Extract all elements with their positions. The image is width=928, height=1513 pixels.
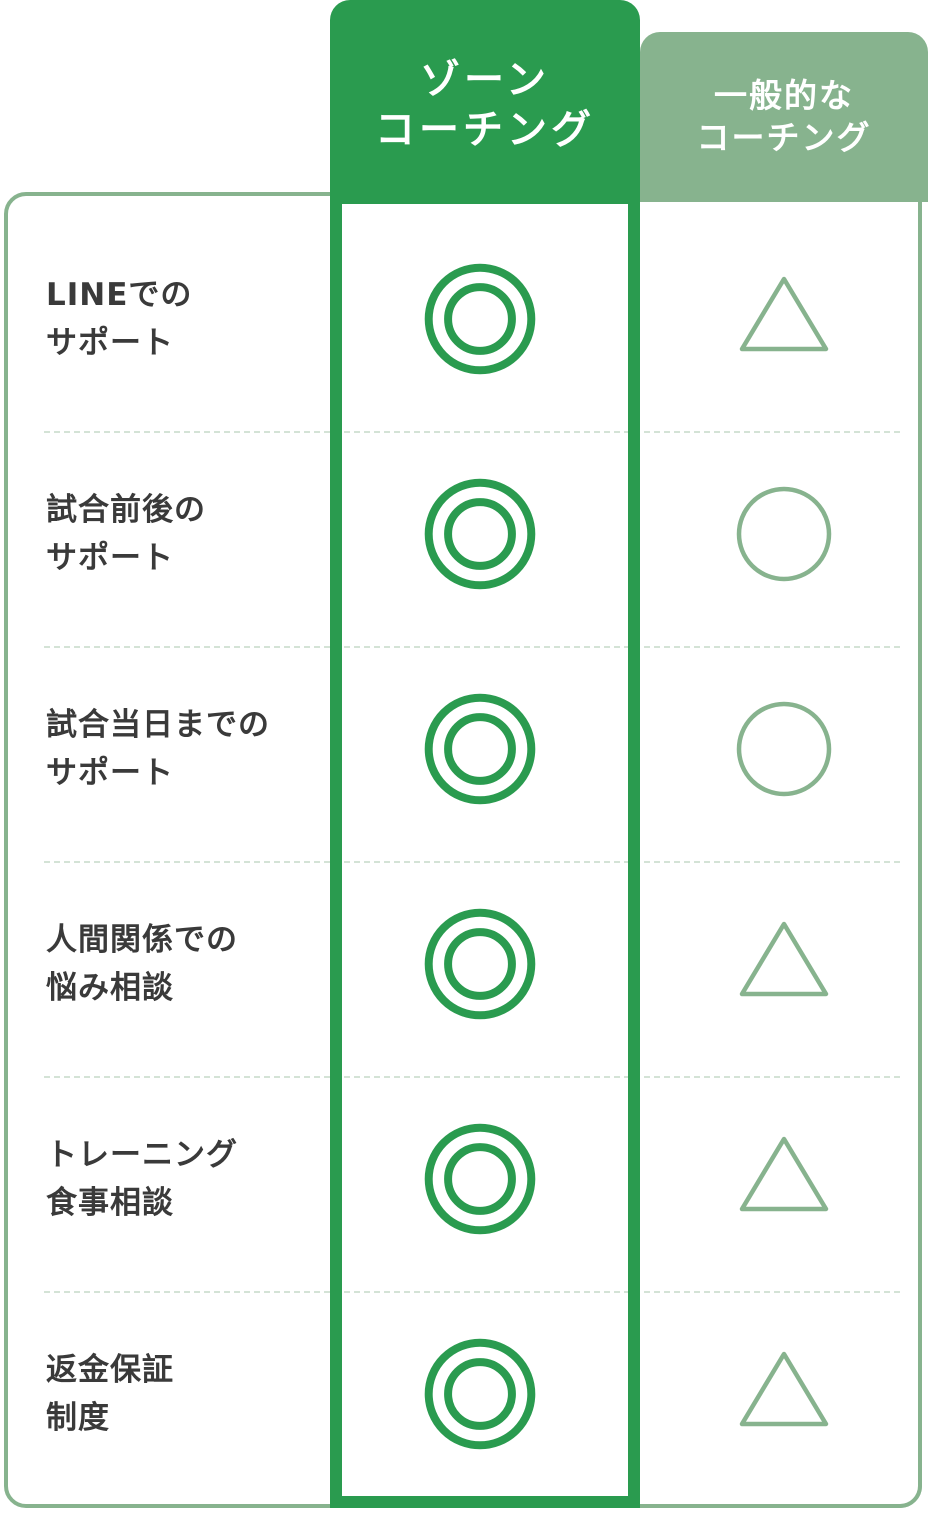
general-header-line1: 一般的な <box>714 76 854 115</box>
general-coaching-cell <box>734 1129 834 1229</box>
triangle-icon <box>739 1136 829 1212</box>
general-header-line2: コーチング <box>696 118 872 157</box>
general-coaching-cell <box>734 269 834 369</box>
row-label-line: サポート <box>46 540 174 576</box>
general-coaching-cell <box>734 1344 834 1444</box>
general-coaching-cell <box>734 699 834 799</box>
triangle-icon <box>739 921 829 997</box>
row-label: トレーニング 食事相談 <box>46 1072 326 1286</box>
triangle-icon <box>739 276 829 352</box>
row-label-line: 試合前後の <box>46 492 206 528</box>
zone-header-line1: ゾーン <box>420 57 550 103</box>
row-label-line: 人間関係での <box>46 922 238 958</box>
row-label-line: 試合当日までの <box>46 707 270 743</box>
row-label-line: 悩み相談 <box>46 970 174 1006</box>
row-label-line: LINEでの <box>46 277 193 313</box>
zone-coaching-column <box>330 194 640 1508</box>
row-label-line: トレーニング <box>46 1137 238 1173</box>
general-coaching-header: 一般的な コーチング <box>640 32 928 202</box>
comparison-table: 一般的な コーチング LINEでの サポート 試合前後の サポート 試合当日までの サポー… <box>0 0 928 1513</box>
row-label-line: 食事相談 <box>46 1185 174 1221</box>
general-coaching-cell <box>734 914 834 1014</box>
row-label-line: 返金保証 <box>46 1352 174 1388</box>
row-label-line: サポート <box>46 325 174 361</box>
zone-header-line2: コーチング <box>375 107 595 153</box>
zone-coaching-header: ゾーン コーチング <box>330 0 640 202</box>
row-label: 試合当日までの サポート <box>46 642 326 856</box>
general-coaching-cell <box>734 484 834 584</box>
circle-icon <box>736 701 832 797</box>
row-label: 返金保証 制度 <box>46 1287 326 1501</box>
circle-icon <box>736 486 832 582</box>
row-label-line: 制度 <box>46 1400 110 1436</box>
triangle-icon <box>739 1351 829 1427</box>
row-label: LINEでの サポート <box>46 212 326 426</box>
row-label: 人間関係での 悩み相談 <box>46 857 326 1071</box>
row-label-line: サポート <box>46 755 174 791</box>
row-label: 試合前後の サポート <box>46 427 326 641</box>
